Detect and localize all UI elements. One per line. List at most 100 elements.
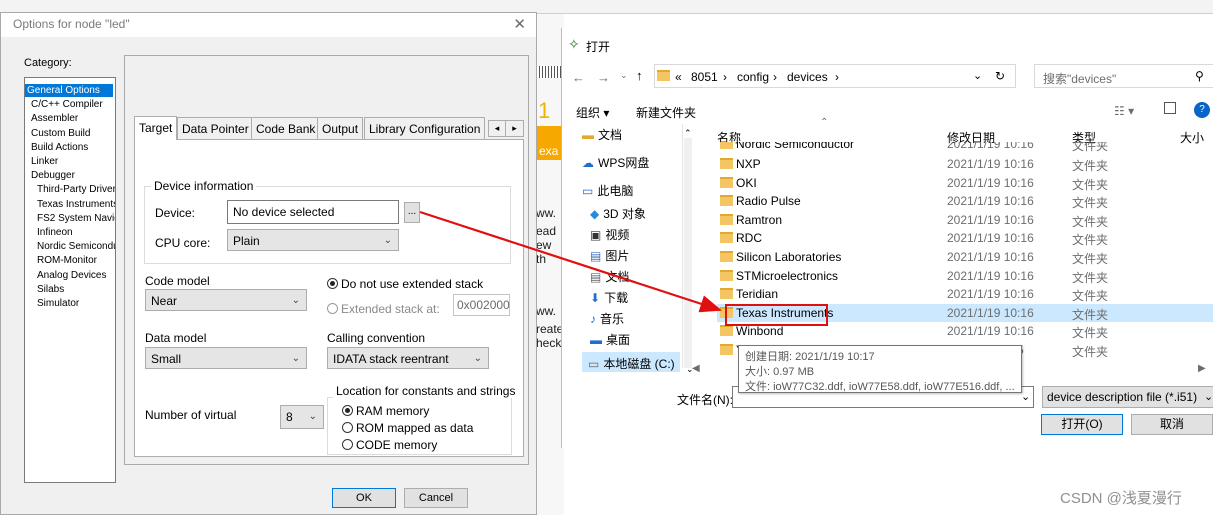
nav-item[interactable]: ▬ 桌面 [590, 331, 630, 348]
cpu-core-value: Plain [233, 234, 260, 248]
scroll-right-icon[interactable]: ▶ [1198, 363, 1206, 374]
folder-icon [720, 213, 733, 225]
up-arrow-icon[interactable]: ↑ [636, 68, 643, 83]
recent-chevron-icon[interactable]: ⌄ [620, 70, 628, 81]
back-arrow-icon[interactable]: ← [572, 70, 585, 85]
search-icon[interactable]: ⚲ [1195, 69, 1204, 83]
num-virtual-select[interactable]: 8 ⌄ [280, 405, 324, 429]
address-bar[interactable]: « 8051 › config › devices › ⌄ ↻ [654, 64, 1016, 88]
new-folder-button[interactable]: 新建文件夹 [636, 104, 696, 121]
calling-convention-label: Calling convention [327, 331, 426, 345]
scroll-left-icon[interactable]: ◀ [692, 363, 700, 374]
partial-file-row[interactable]: Nordic Semiconductor 2021/1/19 10:16 文件夹 [717, 142, 1213, 152]
tab-code-bank[interactable]: Code Bank [251, 117, 321, 139]
nav-item[interactable]: ▣ 视频 [590, 226, 629, 243]
device-browse-button[interactable]: ... [404, 202, 420, 223]
ram-memory-radio[interactable]: RAM memory [342, 404, 429, 418]
nav-item[interactable]: ☁ WPS网盘 [582, 154, 649, 171]
ok-button[interactable]: OK [332, 488, 396, 508]
category-item[interactable]: Nordic Semiconduc [37, 240, 115, 253]
forward-arrow-icon[interactable]: → [597, 70, 610, 85]
device-field[interactable]: No device selected [227, 200, 399, 224]
tab-data-pointer[interactable]: Data Pointer [177, 117, 254, 139]
search-box[interactable]: 搜索"devices" ⚲ [1034, 64, 1213, 88]
category-item[interactable]: Analog Devices [37, 269, 106, 282]
category-item[interactable]: Silabs [37, 283, 64, 296]
filename-label: 文件名(N): [677, 393, 733, 407]
category-label: Category: [24, 57, 72, 69]
nav-item[interactable]: ▤ 文档 [590, 268, 629, 285]
nav-scrollbar[interactable] [684, 138, 692, 368]
code-model-select[interactable]: Near ⌄ [145, 289, 307, 311]
nav-item[interactable]: ▬ 文档 [582, 126, 622, 143]
category-item[interactable]: Custom Build [31, 127, 90, 140]
nav-item[interactable]: ♪ 音乐 [590, 310, 624, 327]
category-item[interactable]: Third-Party Driver [37, 183, 115, 196]
breadcrumb-config[interactable]: config [737, 70, 769, 84]
nav-item[interactable]: ◆ 3D 对象 [590, 205, 646, 222]
options-dialog-titlebar[interactable]: Options for node "led" ✕ [1, 13, 536, 37]
code-model-value: Near [151, 294, 178, 308]
extended-stack-address-field[interactable]: 0x002000 [453, 294, 510, 316]
nav-scroll-up-icon[interactable]: ⌃ [684, 128, 692, 139]
nav-item[interactable]: ▭ 此电脑 [582, 182, 633, 199]
tab-target[interactable]: Target [134, 116, 178, 140]
nav-item-label: 下载 [604, 291, 629, 305]
file-cancel-button[interactable]: 取消 [1131, 414, 1213, 435]
category-item[interactable]: Assembler [31, 112, 78, 125]
tab-library-configuration[interactable]: Library Configuration [364, 117, 486, 139]
file-row-date: 2021/1/19 10:16 [947, 268, 1034, 283]
file-row[interactable]: OKI 2021/1/19 10:16 文件夹 [717, 174, 1213, 192]
filetype-select[interactable]: device description file (*.i51) ⌄ [1042, 386, 1213, 408]
nav-item[interactable]: ▤ 图片 [590, 247, 629, 264]
file-row[interactable]: RDC 2021/1/19 10:16 文件夹 [717, 229, 1213, 247]
folder-icon [720, 176, 733, 188]
folder-icon [657, 70, 670, 81]
no-extended-stack-radio[interactable]: Do not use extended stack [327, 277, 483, 291]
open-file-dialog-titlebar[interactable]: ✧ 打开 [562, 28, 1213, 60]
category-item[interactable]: Linker [31, 155, 58, 168]
category-item[interactable]: General Options [25, 84, 113, 97]
calling-convention-select[interactable]: IDATA stack reentrant ⌄ [327, 347, 489, 369]
rom-mapped-radio[interactable]: ROM mapped as data [342, 421, 473, 435]
tab-scroll-right-icon[interactable]: ▸ [506, 121, 523, 136]
category-list[interactable]: General Options C/C++ Compiler Assembler Cu… [24, 77, 116, 483]
file-row[interactable]: Radio Pulse 2021/1/19 10:16 文件夹 [717, 192, 1213, 210]
refresh-icon[interactable]: ↻ [995, 69, 1005, 83]
breadcrumb-back[interactable]: « [675, 70, 682, 84]
category-item[interactable]: ROM-Monitor [37, 254, 97, 267]
file-row[interactable]: Silicon Laboratories 2021/1/19 10:16 文件夹 [717, 248, 1213, 266]
cancel-button[interactable]: Cancel [404, 488, 468, 508]
category-item[interactable]: Simulator [37, 297, 79, 310]
file-row[interactable]: STMicroelectronics 2021/1/19 10:16 文件夹 [717, 267, 1213, 285]
category-item[interactable]: Build Actions [31, 141, 88, 154]
category-item[interactable]: C/C++ Compiler [31, 98, 103, 111]
close-icon[interactable]: ✕ [513, 15, 526, 33]
code-memory-radio[interactable]: CODE memory [342, 438, 437, 452]
extended-stack-radio[interactable]: Extended stack at: [327, 302, 440, 316]
nav-item[interactable]: ▭ 本地磁盘 (C:) [582, 352, 680, 372]
file-row[interactable]: Ramtron 2021/1/19 10:16 文件夹 [717, 211, 1213, 229]
breadcrumb-8051[interactable]: 8051 [691, 70, 718, 84]
category-item[interactable]: Texas Instruments [37, 198, 115, 211]
file-row[interactable]: NXP 2021/1/19 10:16 文件夹 [717, 155, 1213, 173]
breadcrumb-devices[interactable]: devices [787, 70, 828, 84]
nav-item[interactable]: ⬇ 下载 [590, 289, 628, 306]
preview-pane-icon[interactable] [1164, 102, 1176, 114]
tab-scroll-left-icon[interactable]: ◂ [489, 121, 506, 136]
category-item[interactable]: Debugger [31, 169, 75, 182]
open-button[interactable]: 打开(O) [1041, 414, 1123, 435]
chevron-down-icon[interactable]: ⌄ [1021, 390, 1030, 403]
data-model-select[interactable]: Small ⌄ [145, 347, 307, 369]
tab-output[interactable]: Output [317, 117, 364, 139]
highlight-box [725, 304, 828, 326]
view-options-button[interactable]: ☷ ▾ [1114, 104, 1134, 118]
category-item[interactable]: FS2 System Naviga [37, 212, 115, 225]
search-input[interactable]: 搜索"devices" [1043, 70, 1116, 87]
category-item[interactable]: Infineon [37, 226, 73, 239]
help-icon[interactable]: ? [1194, 102, 1210, 118]
address-dropdown-icon[interactable]: ⌄ [973, 69, 982, 82]
organize-menu[interactable]: 组织 ▾ [576, 104, 609, 121]
cpu-core-select[interactable]: Plain ⌄ [227, 229, 399, 251]
file-row[interactable]: Teridian 2021/1/19 10:16 文件夹 [717, 285, 1213, 303]
